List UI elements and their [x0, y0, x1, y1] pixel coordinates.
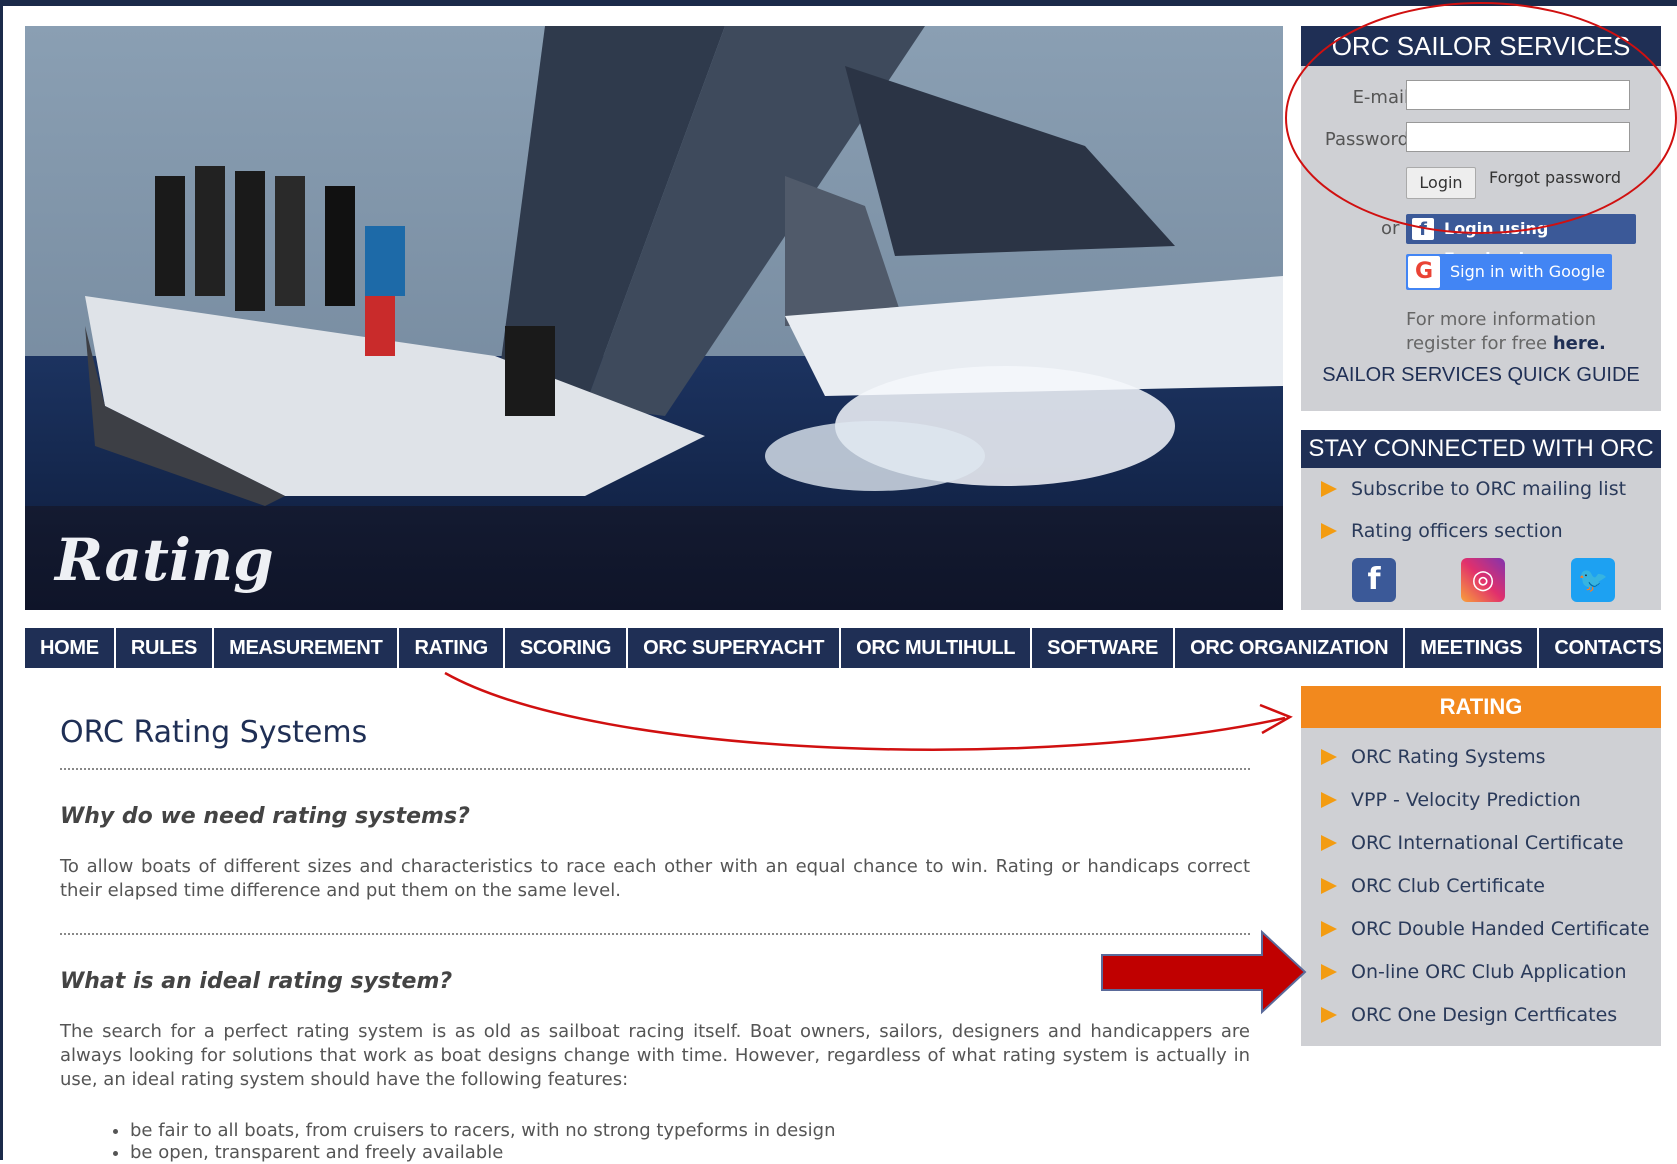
sidebar-item-label: ORC Club Certificate	[1351, 875, 1545, 897]
rating-officers-label: Rating officers section	[1351, 520, 1563, 542]
arrow-right-icon	[1321, 964, 1337, 980]
sidebar-item-vpp[interactable]: VPP - Velocity Prediction	[1301, 779, 1661, 822]
arrow-right-icon	[1321, 481, 1337, 497]
sidebar-item-online-club-application[interactable]: On-line ORC Club Application	[1301, 951, 1661, 994]
login-button[interactable]: Login	[1406, 167, 1476, 199]
email-input[interactable]	[1406, 80, 1630, 110]
stay-connected-title: STAY CONNECTED WITH ORC	[1301, 430, 1661, 468]
subscribe-label: Subscribe to ORC mailing list	[1351, 478, 1627, 500]
question-heading-1: Why do we need rating systems?	[60, 804, 470, 829]
sidebar-item-label: On-line ORC Club Application	[1351, 961, 1627, 983]
forgot-password-link[interactable]: Forgot password	[1489, 168, 1621, 187]
top-border	[0, 0, 1677, 6]
nav-orc-superyacht[interactable]: ORC SUPERYACHT	[628, 628, 842, 668]
nav-contacts[interactable]: CONTACTS	[1539, 628, 1677, 668]
nav-measurement[interactable]: MEASUREMENT	[214, 628, 400, 668]
google-signin-label: Sign in with Google	[1450, 262, 1606, 281]
sidebar-item-label: ORC Rating Systems	[1351, 746, 1546, 768]
nav-meetings[interactable]: MEETINGS	[1405, 628, 1540, 668]
nav-rules[interactable]: RULES	[116, 628, 215, 668]
twitter-icon[interactable]: 🐦	[1571, 558, 1615, 602]
sidebar-item-international-certificate[interactable]: ORC International Certificate	[1301, 822, 1661, 865]
question-heading-2: What is an ideal rating system?	[60, 969, 453, 994]
rating-officers-link[interactable]: Rating officers section	[1301, 510, 1661, 552]
subscribe-link[interactable]: Subscribe to ORC mailing list	[1301, 468, 1661, 510]
facebook-login-button[interactable]: f Login using Facebook	[1406, 214, 1636, 268]
more-info-text: For more information register for free h…	[1406, 308, 1646, 356]
list-item: be open, transparent and freely availabl…	[130, 1142, 1250, 1164]
sidebar-item-label: ORC International Certificate	[1351, 832, 1624, 854]
google-signin-button[interactable]: G Sign in with Google	[1406, 254, 1612, 290]
hero-banner: Rating	[25, 26, 1283, 610]
nav-home[interactable]: HOME	[25, 628, 116, 668]
features-list: be fair to all boats, from cruisers to r…	[60, 1120, 1250, 1164]
facebook-icon: f	[1412, 218, 1434, 240]
instagram-icon[interactable]: ◎	[1461, 558, 1505, 602]
answer-paragraph-2: The search for a perfect rating system i…	[60, 1021, 1250, 1090]
facebook-icon[interactable]: f	[1352, 558, 1396, 602]
divider	[60, 768, 1250, 770]
sidebar-item-label: ORC Double Handed Certificate	[1351, 918, 1650, 940]
password-row: Password	[1301, 122, 1661, 158]
password-label: Password	[1324, 129, 1409, 150]
arrow-right-icon	[1321, 523, 1337, 539]
arrow-right-icon	[1321, 792, 1337, 808]
divider	[60, 933, 1250, 935]
sidebar-item-orc-rating-systems[interactable]: ORC Rating Systems	[1301, 736, 1661, 779]
page-title: ORC Rating Systems	[60, 715, 368, 750]
email-row: E-mail	[1301, 80, 1661, 116]
sidebar-item-label: VPP - Velocity Prediction	[1351, 789, 1581, 811]
password-input[interactable]	[1406, 122, 1630, 152]
main-nav: HOME RULES MEASUREMENT RATING SCORING OR…	[25, 628, 1677, 668]
arrow-right-icon	[1321, 1007, 1337, 1023]
arrow-right-icon	[1321, 835, 1337, 851]
stay-connected-panel: STAY CONNECTED WITH ORC Subscribe to ORC…	[1301, 430, 1661, 610]
email-label: E-mail	[1352, 87, 1409, 108]
rating-sidebar: RATING ORC Rating Systems VPP - Velocity…	[1301, 686, 1661, 1046]
register-here-link[interactable]: here.	[1553, 333, 1606, 354]
quick-guide-link[interactable]: SAILOR SERVICES QUICK GUIDE	[1301, 364, 1661, 387]
google-icon: G	[1408, 256, 1440, 288]
main-content: ORC Rating Systems Why do we need rating…	[60, 715, 1250, 1164]
nav-software[interactable]: SOFTWARE	[1032, 628, 1176, 668]
left-border	[0, 0, 3, 1160]
list-item: be fair to all boats, from cruisers to r…	[130, 1120, 1250, 1142]
annotation-arrowhead	[1259, 703, 1293, 735]
arrow-right-icon	[1321, 749, 1337, 765]
hero-title: Rating	[55, 526, 274, 594]
sailor-services-title: ORC SAILOR SERVICES	[1301, 26, 1661, 66]
arrow-right-icon	[1321, 878, 1337, 894]
sidebar-item-club-certificate[interactable]: ORC Club Certificate	[1301, 865, 1661, 908]
sidebar-item-label: ORC One Design Certficates	[1351, 1004, 1618, 1026]
or-label: or	[1381, 218, 1400, 239]
nav-scoring[interactable]: SCORING	[505, 628, 629, 668]
rating-sidebar-title: RATING	[1301, 686, 1661, 728]
sidebar-item-one-design-certificates[interactable]: ORC One Design Certficates	[1301, 994, 1661, 1037]
nav-orc-multihull[interactable]: ORC MULTIHULL	[841, 628, 1033, 668]
nav-orc-organization[interactable]: ORC ORGANIZATION	[1175, 628, 1406, 668]
arrow-right-icon	[1321, 921, 1337, 937]
sailor-services-panel: ORC SAILOR SERVICES E-mail Password Logi…	[1301, 26, 1661, 411]
nav-rating[interactable]: RATING	[399, 628, 505, 668]
sidebar-item-double-handed-certificate[interactable]: ORC Double Handed Certificate	[1301, 908, 1661, 951]
answer-paragraph-1: To allow boats of different sizes and ch…	[60, 856, 1250, 901]
